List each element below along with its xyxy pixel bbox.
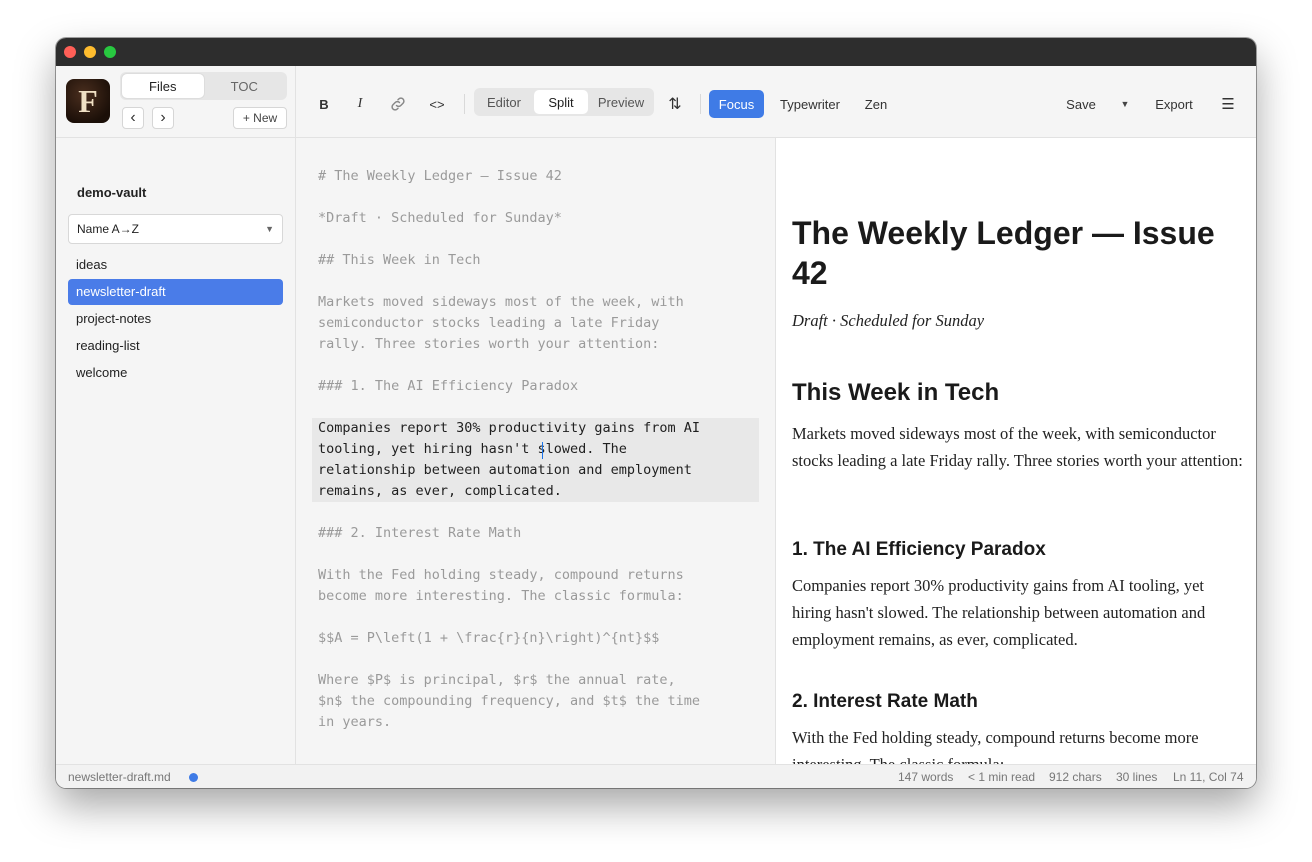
status-cursor-position: Ln 11, Col 74 (1173, 770, 1244, 784)
editor-line-subtitle[interactable]: *Draft · Scheduled for Sunday* (318, 208, 758, 229)
status-read-time: < 1 min read (968, 770, 1036, 784)
zoom-window-button[interactable] (104, 46, 116, 58)
italic-button[interactable]: I (348, 90, 372, 118)
view-split-button[interactable]: Split (534, 90, 588, 114)
file-item-reading-list[interactable]: reading-list (68, 333, 283, 359)
markdown-editor[interactable]: # The Weekly Ledger — Issue 42 *Draft · … (296, 138, 776, 764)
file-item-ideas[interactable]: ideas (68, 252, 283, 278)
tab-toc[interactable]: TOC (204, 74, 286, 98)
editor-line-h3-rate[interactable]: ### 2. Interest Rate Math (318, 523, 758, 544)
preview-paragraph-fed: With the Fed holding steady, compound re… (792, 728, 1199, 764)
toolbar-divider (700, 94, 701, 114)
app-logo: F (66, 79, 110, 123)
status-filename: newsletter-draft.md (68, 770, 171, 784)
sidebar: F Files TOC ‹ › + New demo-vault Name A→… (56, 66, 296, 764)
editor-line-h1[interactable]: # The Weekly Ledger — Issue 42 (318, 166, 758, 187)
preview-intro: Markets moved sideways most of the week,… (792, 424, 1243, 470)
preview-h1: The Weekly Ledger — Issue 42 (792, 215, 1215, 291)
menu-icon[interactable]: ☰ (1218, 90, 1238, 118)
sidebar-header: F Files TOC ‹ › + New (56, 66, 296, 138)
view-editor-button[interactable]: Editor (476, 90, 532, 114)
editor-line-h2[interactable]: ## This Week in Tech (318, 250, 758, 271)
toolbar: B I <> Editor Split Preview ⇅ Focus Type… (296, 66, 1256, 138)
preview-h2: This Week in Tech (792, 379, 1000, 406)
text-cursor (542, 442, 543, 459)
forward-button[interactable]: › (152, 107, 174, 129)
editor-line-formula[interactable]: $$A = P\left(1 + \frac{r}{n}\right)^{nt}… (318, 628, 758, 649)
status-word-count: 147 words (898, 770, 954, 784)
swap-panes-button[interactable]: ⇅ (662, 90, 688, 118)
link-icon (391, 97, 405, 111)
file-list: ideas newsletter-draft project-notes rea… (68, 252, 283, 387)
new-file-button[interactable]: + New (233, 107, 287, 129)
export-button[interactable]: Export (1148, 90, 1200, 118)
code-button[interactable]: <> (422, 90, 452, 118)
status-char-count: 912 chars (1049, 770, 1102, 784)
bold-button[interactable]: B (312, 90, 336, 118)
view-preview-button[interactable]: Preview (590, 90, 652, 114)
editor-paragraph-intro[interactable]: Markets moved sideways most of the week,… (318, 292, 758, 355)
zen-mode-button[interactable]: Zen (858, 90, 894, 118)
view-mode-switch: Editor Split Preview (474, 88, 654, 116)
status-bar: newsletter-draft.md 147 words < 1 min re… (56, 764, 1256, 788)
title-bar (56, 38, 1256, 66)
chevron-down-icon: ▼ (265, 224, 274, 234)
link-button[interactable] (384, 90, 412, 118)
tab-files[interactable]: Files (122, 74, 204, 98)
preview-subtitle: Draft · Scheduled for Sunday (792, 311, 985, 330)
unsaved-indicator (189, 773, 198, 782)
typewriter-mode-button[interactable]: Typewriter (772, 90, 848, 118)
sort-select-value: Name A→Z (77, 222, 140, 236)
app-window: F Files TOC ‹ › + New demo-vault Name A→… (56, 38, 1256, 788)
minimize-window-button[interactable] (84, 46, 96, 58)
save-button[interactable]: Save (1060, 90, 1102, 118)
file-item-project-notes[interactable]: project-notes (68, 306, 283, 332)
markdown-preview: The Weekly Ledger — Issue 42 Draft · Sch… (776, 138, 1256, 764)
editor-line-h3-ai[interactable]: ### 1. The AI Efficiency Paradox (318, 376, 758, 397)
sidebar-tabs: Files TOC (120, 72, 287, 100)
toolbar-divider (464, 94, 465, 114)
file-item-welcome[interactable]: welcome (68, 360, 283, 386)
save-options-chevron-icon[interactable]: ▼ (1116, 90, 1134, 118)
editor-paragraph-fed[interactable]: With the Fed holding steady, compound re… (318, 565, 758, 607)
sort-select[interactable]: Name A→Z ▼ (68, 214, 283, 244)
back-button[interactable]: ‹ (122, 107, 144, 129)
preview-h3-ai: 1. The AI Efficiency Paradox (792, 539, 1046, 560)
editor-paragraph-where[interactable]: Where $P$ is principal, $r$ the annual r… (318, 670, 758, 733)
close-window-button[interactable] (64, 46, 76, 58)
editor-paragraph-ai[interactable]: Companies report 30% productivity gains … (318, 418, 758, 502)
vault-name: demo-vault (77, 185, 147, 200)
focus-mode-button[interactable]: Focus (709, 90, 764, 118)
editor-focused-paragraph[interactable]: Companies report 30% productivity gains … (312, 418, 759, 502)
preview-paragraph-ai: Companies report 30% productivity gains … (792, 576, 1206, 649)
preview-h3-rate: 2. Interest Rate Math (792, 691, 978, 712)
file-item-newsletter-draft[interactable]: newsletter-draft (68, 279, 283, 305)
status-line-count: 30 lines (1116, 770, 1158, 784)
